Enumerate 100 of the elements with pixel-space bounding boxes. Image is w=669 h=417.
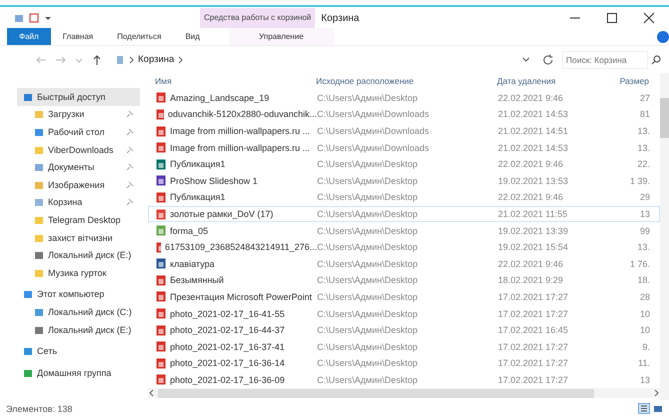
chevron-icon[interactable] [178,56,184,64]
table-cell-text: C:\Users\Админ\Desktop [317,242,418,252]
file-name: Публикация1 [170,192,226,202]
sidebar-item[interactable]: Локальний диск (E:) [17,320,140,338]
file-name: Amazing_Landscape_19 [170,92,270,103]
sidebar-item[interactable]: Telegram Desktop [17,211,140,229]
table-cell-text: C:\Users\Админ\Downloads [317,142,430,153]
table-cell-text: C:\Users\Админ\Desktop [317,209,418,219]
file-row[interactable]: oduvanchik-5120x2880-oduvanchik...C:\Users\Админ\Downloads 21.02.2021 14:53 81 [148,106,660,123]
table-cell-text: C:\Users\Админ\Desktop [317,292,418,302]
sidebar-item[interactable]: Корзина [17,194,140,212]
file-row[interactable]: photo_2021-02-17_16-36-14 C:\Users\Админ\Desktop 17.02.2021 17:27 11. [148,355,660,372]
address-bar[interactable]: Корзина [111,50,534,68]
ribbon-tab[interactable]: Поделиться [105,28,174,45]
sidebar-item[interactable]: Домашняя группа [17,364,140,382]
file-row[interactable]: photo_2021-02-17_16-37-41 C:\Users\Админ\Desktop 17.02.2021 17:27 9. [148,338,660,356]
table-cell-text: 18. [636,275,650,286]
table-cell-text: 22.02.2021 9:46 [498,92,564,103]
file-row[interactable]: Публикация1 C:\Users\Админ\Desktop 22.02.2021 9:46 22. [148,156,660,173]
scroll-right-icon[interactable] [654,389,660,398]
table-cell-text: C:\Users\Админ\Downloads [317,109,430,120]
table-cell-text: 13. [636,242,650,252]
table-cell-text: 11. [637,358,650,368]
sidebar-item[interactable]: Загрузки [17,106,140,124]
table-cell-text: C:\Users\Админ\Desktop [317,92,418,103]
table-cell-text: C:\Users\Админ\Downloads [317,126,430,136]
table-cell-text: 27 [638,92,650,103]
file-name: photo_2021-02-17_16-36-14 [170,358,285,368]
file-row[interactable]: клавіатура C:\Users\Админ\Desktop 22.02.2021 9:46 1 76. [148,255,660,272]
file-row[interactable]: Amazing_Landscape_19 C:\Users\Админ\Desktop 22.02.2021 9:46 27 [148,90,660,106]
table-cell-text: 13 [638,209,650,219]
file-row[interactable]: photo_2021-02-17_16-44-37 C:\Users\Админ\Desktop 17.02.2021 16:45 10 [148,322,660,338]
column-header[interactable]: Размер [609,76,649,86]
file-row[interactable]: photo_2021-02-17_16-36-09 C:\Users\Админ\Desktop 17.02.2021 17:27 13 [148,372,660,388]
refresh-icon[interactable] [542,54,554,66]
search-icon[interactable] [651,54,661,64]
sidebar-item[interactable]: Локальний диск (E:) [17,246,140,264]
column-header[interactable]: Имя [148,76,316,86]
context-tab-header: Средства работы с корзиной [200,8,316,28]
sidebar-item[interactable]: Изображения [17,176,140,194]
file-row[interactable]: Image from million-wallpapers.ru ... C:\Users\Админ\Downloads 21.02.2021 14:51 13. [148,122,660,140]
table-cell-text: 22.02.2021 9:46 [498,258,564,269]
table-cell-text: 17.02.2021 17:27 [498,358,570,368]
table-cell-text: 21.02.2021 14:53 [498,109,570,120]
sidebar-item[interactable]: Документы [17,158,140,176]
ribbon-tab[interactable]: Вид [173,28,212,45]
ribbon-tab[interactable]: Главная [50,28,106,45]
ribbon-tab[interactable]: Управление [228,28,334,45]
sidebar-item[interactable]: Сеть [17,342,140,360]
sidebar-item[interactable]: ViberDownloads [17,140,140,158]
table-cell-text: 13. [636,142,650,153]
sidebar-item[interactable]: Рабочий стол [17,123,140,141]
chevron-icon [129,56,134,64]
horizontal-scrollbar[interactable] [148,388,660,398]
breadcrumb[interactable]: Корзина [138,54,174,65]
ribbon-tab[interactable]: Файл [7,28,51,45]
sidebar-item[interactable]: Этот компьютер [17,286,140,304]
column-header[interactable]: Дата удаления [497,76,609,86]
file-row[interactable]: Презентация Microsoft PowerPoint C:\Users\Админ\Desktop 17.02.2021 17:27 28 [148,288,660,306]
file-row[interactable]: Image from million-wallpapers.ru ... C:\Users\Админ\Downloads 21.02.2021 14:53 13. [148,139,660,156]
file-row[interactable]: forma_05 C:\Users\Админ\Desktop 19.02.2021 13:39 99 [148,222,660,239]
table-cell-text: 19.02.2021 13:53 [498,176,570,186]
thumbnail-view-icon[interactable] [653,404,663,414]
dropdown-caret-icon[interactable] [522,56,530,64]
details-view-icon[interactable] [638,403,650,414]
table-cell-text: 17.02.2021 17:27 [498,308,570,319]
maximize-icon[interactable] [606,12,618,24]
properties-icon[interactable] [29,13,39,23]
file-name: photo_2021-02-17_16-37-41 [170,342,285,352]
table-cell-text: 19.02.2021 13:39 [498,226,570,236]
search-field[interactable]: Поиск: Корзина [562,50,648,68]
table-cell-text: C:\Users\Админ\Desktop [317,275,418,286]
table-cell-text: 1 76. [628,258,650,269]
sidebar-item[interactable]: захист вітчизни [17,228,140,246]
table-cell-text: 21.02.2021 14:53 [498,142,570,153]
file-row[interactable]: photo_2021-02-17_16-41-55 C:\Users\Админ\Desktop 17.02.2021 17:27 10 [148,305,660,322]
file-name: 61753109_2368524843214911_276... [165,242,317,252]
file-row[interactable]: 61753109_2368524843214911_276...C:\Users\Админ\Desktop 19.02.2021 15:54 13. [148,238,660,256]
file-row[interactable]: ProShow Slideshow 1 C:\Users\Админ\Desktop 19.02.2021 13:53 1 39. [148,172,660,190]
sidebar-item[interactable]: Музика гурток [17,264,140,282]
help-icon[interactable] [657,30,669,42]
table-cell-text: 10 [638,308,650,319]
scroll-left-icon[interactable] [148,389,154,398]
up-arrow-icon[interactable] [91,54,103,66]
file-row[interactable]: Безымянный C:\Users\Админ\Desktop 18.02.2021 9:29 18. [148,272,660,289]
sidebar-item[interactable]: Быстрый доступ [17,88,140,106]
file-name: Image from million-wallpapers.ru ... [170,126,310,136]
file-name: ProShow Slideshow 1 [170,176,258,186]
table-cell-text: 17.02.2021 17:27 [498,374,570,385]
sidebar-item[interactable]: Локальний диск (C:) [17,303,140,321]
file-row[interactable]: Публикация1 C:\Users\Админ\Desktop 22.02.2021 9:46 29 [148,189,660,206]
file-row[interactable]: золотые рамки_DoV (17) C:\Users\Админ\Desktop 21.02.2021 11:55 13 [148,206,660,222]
table-cell-text: 28 [638,292,650,302]
table-cell-text: 17.02.2021 17:27 [498,292,570,302]
close-icon[interactable] [643,12,655,24]
table-cell-text: C:\Users\Админ\Desktop [317,192,418,202]
column-header[interactable]: Исходное расположение [316,76,497,86]
table-cell-text: 22.02.2021 9:46 [498,192,564,202]
vertical-scrollbar[interactable] [660,73,669,400]
file-name: photo_2021-02-17_16-44-37 [170,325,285,336]
